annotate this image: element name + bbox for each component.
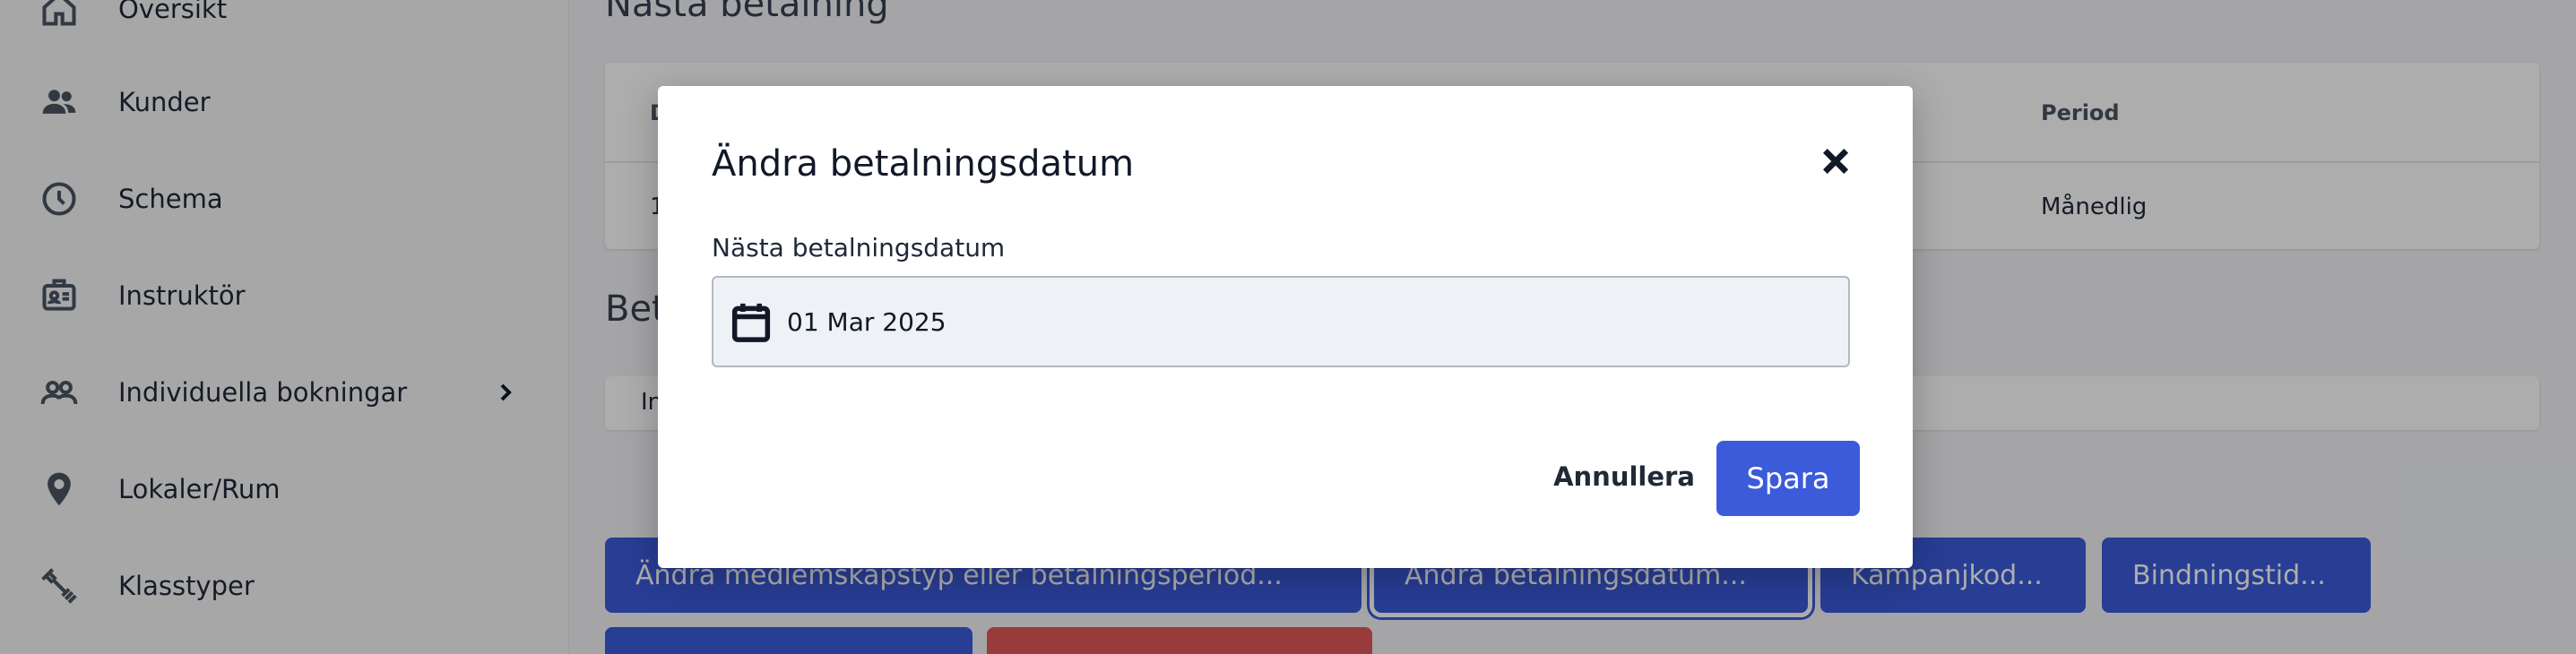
dialog-title: Ändra betalningsdatum <box>712 143 1135 185</box>
close-button[interactable] <box>1814 140 1857 183</box>
next-payment-date-label: Nästa betalningsdatum <box>712 233 1006 262</box>
change-payment-date-dialog: Ändra betalningsdatum Nästa betalningsda… <box>658 86 1913 568</box>
cancel-button[interactable]: Annullera <box>1526 441 1723 512</box>
date-picker-input[interactable]: 01 Mar 2025 <box>712 276 1850 367</box>
save-button[interactable]: Spara <box>1716 441 1860 516</box>
calendar-icon <box>731 300 771 343</box>
date-value: 01 Mar 2025 <box>787 306 947 337</box>
close-icon <box>1822 148 1849 175</box>
